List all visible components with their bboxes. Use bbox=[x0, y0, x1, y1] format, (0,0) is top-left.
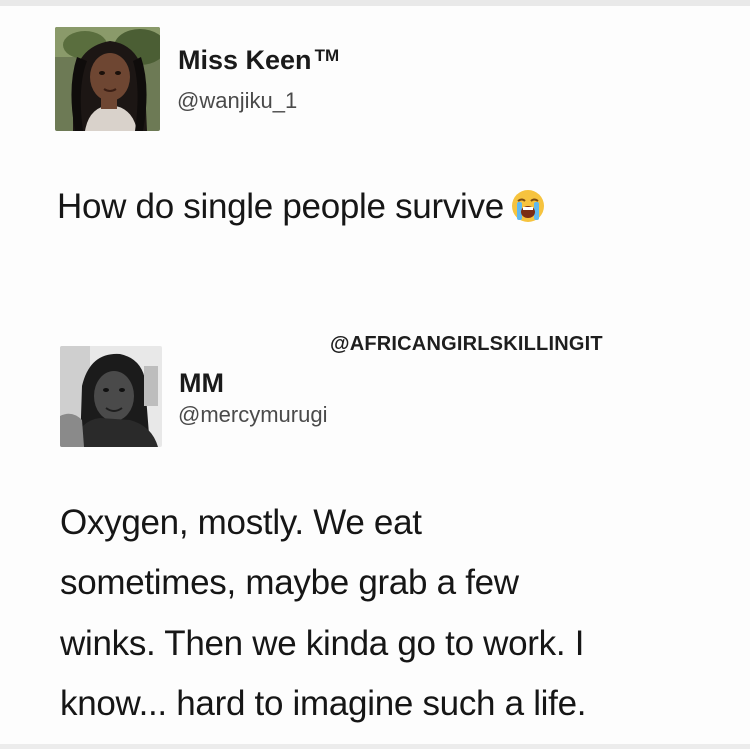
reply-text-line: Oxygen, mostly. We eat bbox=[60, 503, 422, 542]
watermark: @AFRICANGIRLSKILLINGIT bbox=[330, 333, 603, 355]
reply-avatar[interactable] bbox=[60, 346, 162, 447]
loudly-crying-face-emoji-icon bbox=[510, 188, 546, 224]
author-name-text: Miss Keen bbox=[178, 45, 312, 75]
reply-author-name[interactable]: MM bbox=[179, 370, 224, 397]
tm-badge: TM bbox=[314, 46, 340, 65]
reply-text-line: know... hard to imagine such a life. bbox=[60, 684, 587, 723]
bottom-border bbox=[0, 744, 750, 749]
screenshot-frame: Miss Keen TM @wanjiku_1 How do single peo… bbox=[0, 0, 750, 749]
reply-text-line: sometimes, maybe grab a few bbox=[60, 563, 519, 602]
author-name[interactable]: Miss Keen TM bbox=[178, 47, 339, 74]
author-handle[interactable]: @wanjiku_1 bbox=[177, 90, 297, 112]
tweet-text-content: How do single people survive bbox=[57, 187, 504, 226]
tweet-text: How do single people survive bbox=[57, 188, 546, 224]
reply-text-line: winks. Then we kinda go to work. I bbox=[60, 624, 585, 663]
avatar[interactable] bbox=[55, 27, 160, 131]
reply-author-handle[interactable]: @mercymurugi bbox=[178, 404, 327, 426]
top-border bbox=[0, 0, 750, 6]
